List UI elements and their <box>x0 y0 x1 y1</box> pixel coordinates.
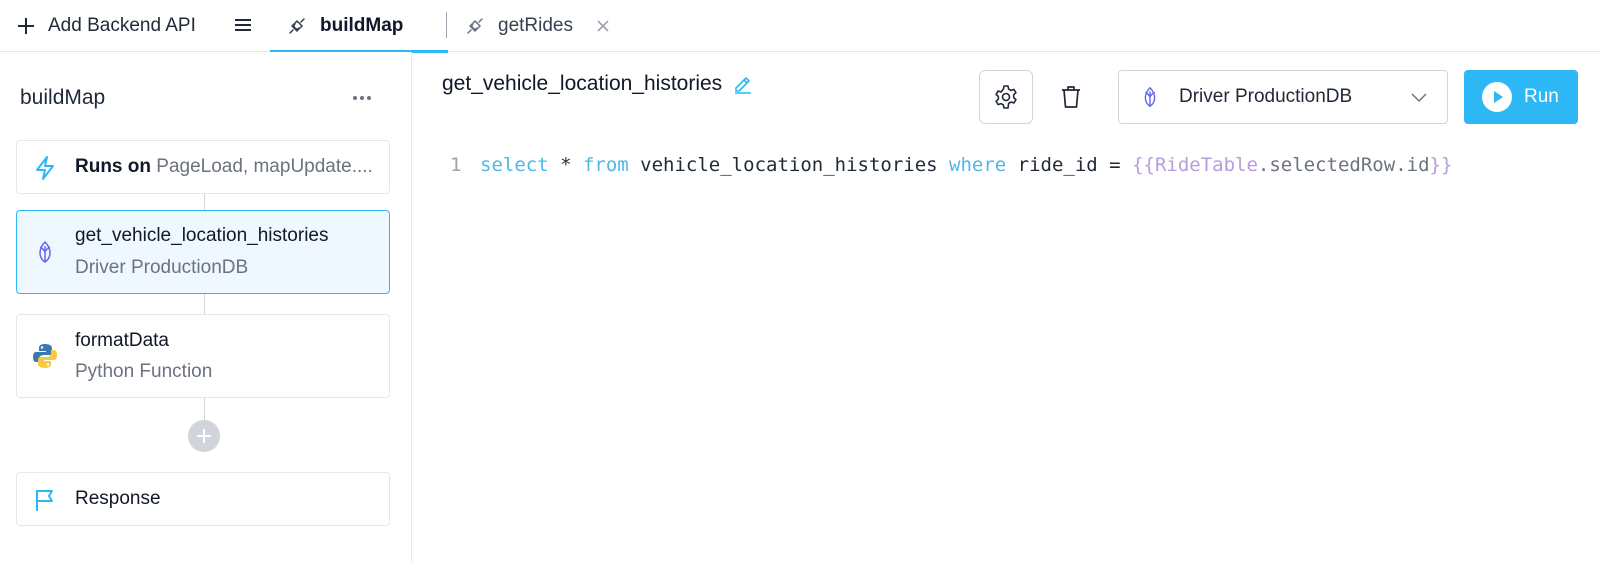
code-text: select * from vehicle_location_histories… <box>480 154 1452 176</box>
api-plug-icon <box>289 18 305 34</box>
play-icon <box>1482 82 1512 112</box>
add-backend-api-label: Add Backend API <box>48 15 196 36</box>
step-card-formatdata[interactable]: formatData Python Function <box>16 314 390 398</box>
gear-icon <box>995 85 1017 109</box>
tab-buildmap[interactable]: buildMap <box>270 0 448 53</box>
step-connector <box>204 398 205 420</box>
chevron-down-icon <box>1411 93 1427 103</box>
step-name: get_vehicle_location_histories <box>75 225 329 246</box>
template-binding-path: .selectedRow.id <box>1257 154 1430 176</box>
query-name-header: get_vehicle_location_histories <box>442 72 754 96</box>
keyword-select: select <box>480 154 549 176</box>
query-name: get_vehicle_location_histories <box>442 72 723 95</box>
runs-on-value: PageLoad, mapUpdate.... <box>156 156 373 177</box>
runs-on-label: Runs on <box>75 156 151 177</box>
template-open: {{ <box>1132 154 1155 176</box>
step-name: formatData <box>75 330 169 351</box>
resource-select-value: Driver ProductionDB <box>1179 86 1353 107</box>
tab-getrides-label: getRides <box>498 15 573 36</box>
run-button[interactable]: Run <box>1464 70 1578 124</box>
sql-code-editor[interactable]: 1 select * from vehicle_location_histori… <box>442 148 1572 448</box>
flag-icon <box>36 490 53 511</box>
step-subtitle: Python Function <box>75 361 213 382</box>
runs-on-text: Runs on PageLoad, mapUpdate.... <box>75 156 373 178</box>
step-connector <box>204 294 205 314</box>
add-step-plus-icon[interactable] <box>188 420 220 452</box>
python-icon <box>33 344 57 368</box>
keyword-from: from <box>582 154 629 176</box>
add-backend-api-button[interactable]: Add Backend API <box>16 10 196 42</box>
query-editor-panel: get_vehicle_location_histories Driver Pr… <box>412 52 1600 562</box>
top-tab-bar: Add Backend API buildMap getRides <box>0 0 1600 53</box>
workflow-sidebar: buildMap Runs on PageLoad, mapUpdate....… <box>0 52 412 562</box>
hamburger-menu-icon[interactable] <box>232 14 254 36</box>
close-icon[interactable] <box>595 18 611 34</box>
step-card-get-vehicle-location-histories[interactable]: get_vehicle_location_histories Driver Pr… <box>16 210 390 294</box>
edit-pencil-icon[interactable] <box>732 73 754 95</box>
response-card[interactable]: Response <box>16 472 390 526</box>
template-binding-object: RideTable <box>1154 154 1258 176</box>
step-subtitle: Driver ProductionDB <box>75 257 249 278</box>
run-button-label: Run <box>1524 86 1559 107</box>
cockroachdb-icon <box>1144 86 1156 108</box>
code-star: * <box>548 154 583 176</box>
template-close: }} <box>1429 154 1453 176</box>
keyword-where: where <box>949 154 1007 176</box>
step-connector <box>204 194 205 210</box>
more-options-icon[interactable] <box>350 88 374 108</box>
tab-buildmap-label: buildMap <box>320 15 404 36</box>
tab-getrides[interactable]: getRides <box>464 0 611 52</box>
runs-on-trigger-card[interactable]: Runs on PageLoad, mapUpdate.... <box>16 140 390 194</box>
delete-button[interactable] <box>1044 70 1098 124</box>
code-table: vehicle_location_histories <box>628 154 950 176</box>
trash-icon <box>1062 86 1080 108</box>
resource-select[interactable]: Driver ProductionDB <box>1118 70 1448 124</box>
tab-divider <box>446 12 447 38</box>
line-number: 1 <box>450 154 462 176</box>
response-label: Response <box>75 488 161 509</box>
settings-button[interactable] <box>979 70 1033 124</box>
api-plug-icon <box>467 18 483 34</box>
workflow-title: buildMap <box>20 86 106 109</box>
plus-icon <box>18 18 34 34</box>
lightning-icon <box>36 156 54 180</box>
cockroachdb-icon <box>39 240 51 263</box>
code-line: 1 select * from vehicle_location_histori… <box>442 148 1572 182</box>
code-condition: ride_id = <box>1006 154 1133 176</box>
